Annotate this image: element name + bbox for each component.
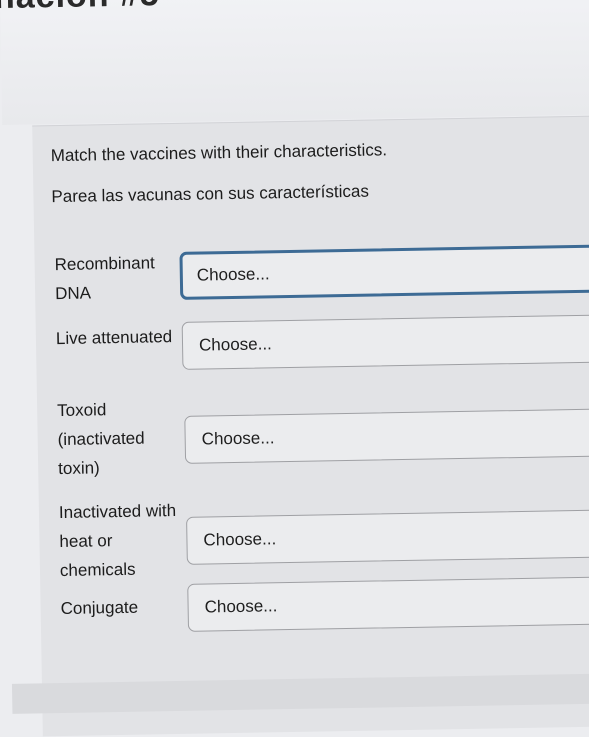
match-row-toxoid: Toxoid (inactivated toxin) Choose... xyxy=(57,386,589,478)
instruction-spanish: Parea las vacunas con sus característica… xyxy=(51,181,370,207)
select-value: Choose... xyxy=(204,596,278,617)
page-header: nación #5 xyxy=(0,0,589,125)
answer-select-recombinant-dna[interactable]: Choose... xyxy=(179,244,589,300)
answer-select-conjugate[interactable]: Choose... xyxy=(187,576,589,632)
page-title: nación #5 xyxy=(0,0,160,17)
screen: nación #5 Match the vaccines with their … xyxy=(0,0,589,737)
term-label: Recombinant DNA xyxy=(54,253,155,304)
match-row-inactivated: Inactivated with heat or chemicals Choos… xyxy=(59,488,589,580)
question-panel: Match the vaccines with their characteri… xyxy=(32,114,589,737)
term-label: Inactivated with heat or chemicals xyxy=(58,501,177,581)
select-value: Choose... xyxy=(196,264,270,285)
answer-select-live-attenuated[interactable]: Choose... xyxy=(181,314,589,370)
term-label: Live attenuated xyxy=(55,327,173,349)
match-row-live-attenuated: Live attenuated Choose... xyxy=(56,314,589,370)
select-value: Choose... xyxy=(198,334,272,355)
select-value: Choose... xyxy=(201,428,275,449)
select-value: Choose... xyxy=(203,529,277,550)
term-label: Conjugate xyxy=(60,597,139,619)
match-row-recombinant-dna: Recombinant DNA Choose... xyxy=(54,240,589,303)
match-row-conjugate: Conjugate Choose... xyxy=(60,576,589,632)
answer-select-inactivated[interactable]: Choose... xyxy=(186,509,589,565)
answer-select-toxoid[interactable]: Choose... xyxy=(184,408,589,464)
term-label: Toxoid (inactivated toxin) xyxy=(57,400,145,479)
instruction-english: Match the vaccines with their characteri… xyxy=(50,140,388,166)
